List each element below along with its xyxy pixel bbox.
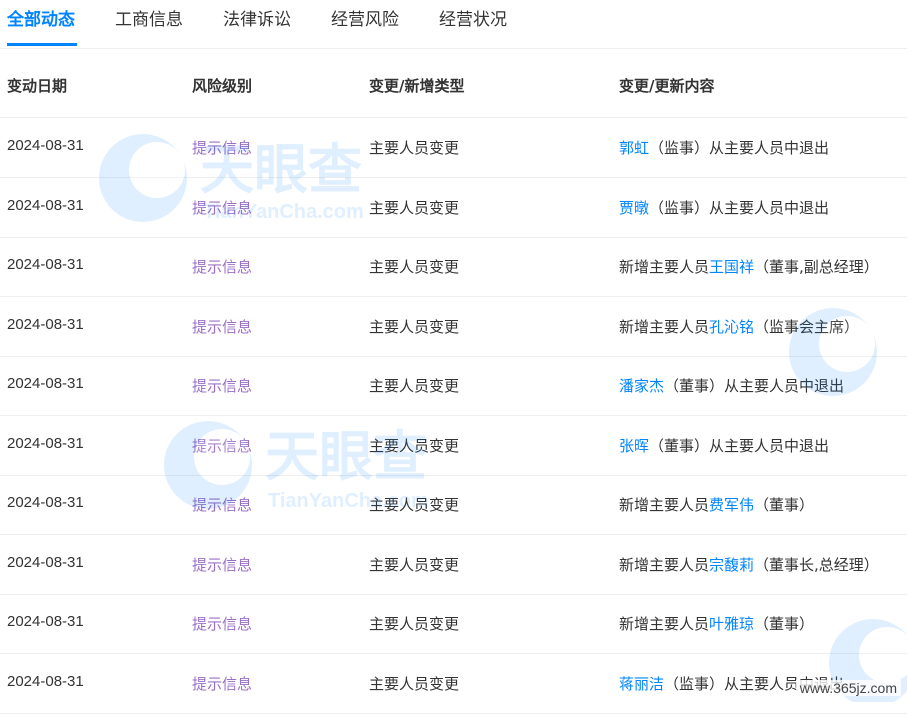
content-prefix: 新增主要人员 (619, 317, 710, 336)
table-row: 2024-08-31 提示信息 主要人员变更 新增主要人员宗馥莉（董事长,总经理） (0, 535, 907, 595)
change-content: 新增主要人员宗馥莉（董事长,总经理） (619, 554, 879, 575)
person-name-link[interactable]: 叶雅琼 (709, 615, 754, 633)
change-content: 张晖（董事）从主要人员中退出 (619, 435, 829, 456)
table-row: 2024-08-31 提示信息 主要人员变更 新增主要人员叶雅琼（董事） (0, 594, 907, 654)
change-type: 主要人员变更 (369, 317, 460, 336)
column-header-content: 变更/更新内容 (619, 77, 715, 95)
person-name-link[interactable]: 宗馥莉 (709, 556, 754, 574)
change-content: 贾暾（监事）从主要人员中退出 (619, 197, 829, 218)
table-row: 2024-08-31 提示信息 主要人员变更 新增主要人员王国祥（董事,副总经理） (0, 237, 907, 297)
change-date: 2024-08-31 (7, 494, 84, 511)
content-suffix: （监事）从主要人员中退出 (649, 139, 830, 157)
site-watermark: www.365jz.com (795, 680, 901, 696)
change-date: 2024-08-31 (7, 196, 84, 214)
column-header-risk: 风险级别 (192, 77, 253, 95)
table-row: 2024-08-31 提示信息 主要人员变更 贾暾（监事）从主要人员中退出 (0, 178, 907, 238)
change-type: 主要人员变更 (369, 139, 460, 157)
change-content: 新增主要人员叶雅琼（董事） (619, 613, 814, 634)
change-content: 潘家杰（董事）从主要人员中退出 (619, 375, 844, 396)
person-name-link[interactable]: 孔沁铭 (709, 318, 754, 336)
column-header-date: 变动日期 (7, 77, 68, 95)
person-name-link[interactable]: 郭虹 (619, 139, 649, 157)
content-suffix: （董事,副总经理） (754, 258, 879, 276)
change-content: 新增主要人员孔沁铭（监事会主席） (619, 316, 859, 337)
content-prefix: 新增主要人员 (619, 496, 710, 514)
content-suffix: （监事会主席） (754, 317, 860, 336)
risk-level-link[interactable]: 提示信息 (192, 673, 252, 694)
risk-level-link[interactable]: 提示信息 (192, 316, 252, 337)
person-name-link[interactable]: 蒋丽洁 (619, 675, 664, 693)
risk-level-link[interactable]: 提示信息 (192, 197, 252, 218)
active-tab-indicator (7, 43, 77, 46)
change-date: 2024-08-31 (7, 315, 84, 333)
change-type: 主要人员变更 (369, 258, 460, 276)
change-content: 郭虹（监事）从主要人员中退出 (619, 137, 829, 158)
risk-level-link[interactable]: 提示信息 (192, 137, 252, 158)
person-name-link[interactable]: 费军伟 (709, 496, 754, 514)
tab-business-risk[interactable]: 经营风险 (331, 8, 399, 38)
content-prefix: 新增主要人员 (619, 258, 710, 276)
change-content: 新增主要人员费军伟（董事） (619, 494, 814, 515)
column-header-type: 变更/新增类型 (369, 77, 465, 95)
content-suffix: （董事）从主要人员中退出 (664, 377, 845, 395)
content-suffix: （监事）从主要人员中退出 (649, 198, 830, 217)
content-suffix: （董事）从主要人员中退出 (649, 436, 830, 455)
change-type: 主要人员变更 (369, 674, 460, 693)
content-suffix: （董事） (754, 496, 815, 514)
tab-business-info[interactable]: 工商信息 (115, 8, 183, 38)
change-type: 主要人员变更 (369, 377, 460, 395)
table-row: 2024-08-31 提示信息 主要人员变更 潘家杰（董事）从主要人员中退出 (0, 356, 907, 416)
content-suffix: （董事） (754, 615, 815, 633)
tab-legal[interactable]: 法律诉讼 (223, 8, 291, 38)
change-type: 主要人员变更 (369, 555, 460, 574)
content-prefix: 新增主要人员 (619, 555, 710, 574)
change-date: 2024-08-31 (7, 613, 84, 630)
change-type: 主要人员变更 (369, 615, 460, 633)
change-type: 主要人员变更 (369, 496, 460, 514)
change-date: 2024-08-31 (7, 137, 84, 154)
change-date: 2024-08-31 (7, 375, 84, 392)
table-row: 2024-08-31 提示信息 主要人员变更 蒋丽洁（监事）从主要人员中退出 (0, 654, 907, 714)
table-header: 变动日期 风险级别 变更/新增类型 变更/更新内容 (0, 48, 907, 118)
risk-level-link[interactable]: 提示信息 (192, 554, 252, 575)
risk-level-link[interactable]: 提示信息 (192, 494, 252, 515)
tab-all-updates[interactable]: 全部动态 (7, 8, 75, 38)
change-date: 2024-08-31 (7, 553, 84, 571)
table-row: 2024-08-31 提示信息 主要人员变更 张晖（董事）从主要人员中退出 (0, 416, 907, 476)
change-date: 2024-08-31 (7, 256, 84, 273)
change-type: 主要人员变更 (369, 198, 460, 217)
change-content: 新增主要人员王国祥（董事,副总经理） (619, 256, 879, 277)
person-name-link[interactable]: 王国祥 (709, 258, 754, 276)
table-row: 2024-08-31 提示信息 主要人员变更 郭虹（监事）从主要人员中退出 (0, 118, 907, 178)
risk-level-link[interactable]: 提示信息 (192, 375, 252, 396)
change-date: 2024-08-31 (7, 434, 84, 452)
risk-level-link[interactable]: 提示信息 (192, 256, 252, 277)
tab-bar: 全部动态 工商信息 法律诉讼 经营风险 经营状况 (0, 0, 907, 49)
tab-business-status[interactable]: 经营状况 (439, 8, 507, 38)
change-date: 2024-08-31 (7, 672, 84, 690)
table-row: 2024-08-31 提示信息 主要人员变更 新增主要人员费军伟（董事） (0, 475, 907, 535)
change-type: 主要人员变更 (369, 436, 460, 455)
risk-level-link[interactable]: 提示信息 (192, 435, 252, 456)
content-prefix: 新增主要人员 (619, 615, 710, 633)
content-suffix: （董事长,总经理） (754, 555, 879, 574)
person-name-link[interactable]: 潘家杰 (619, 377, 664, 395)
table-row: 2024-08-31 提示信息 主要人员变更 新增主要人员孔沁铭（监事会主席） (0, 297, 907, 357)
risk-level-link[interactable]: 提示信息 (192, 613, 252, 634)
person-name-link[interactable]: 张晖 (619, 437, 649, 455)
person-name-link[interactable]: 贾暾 (619, 199, 649, 217)
